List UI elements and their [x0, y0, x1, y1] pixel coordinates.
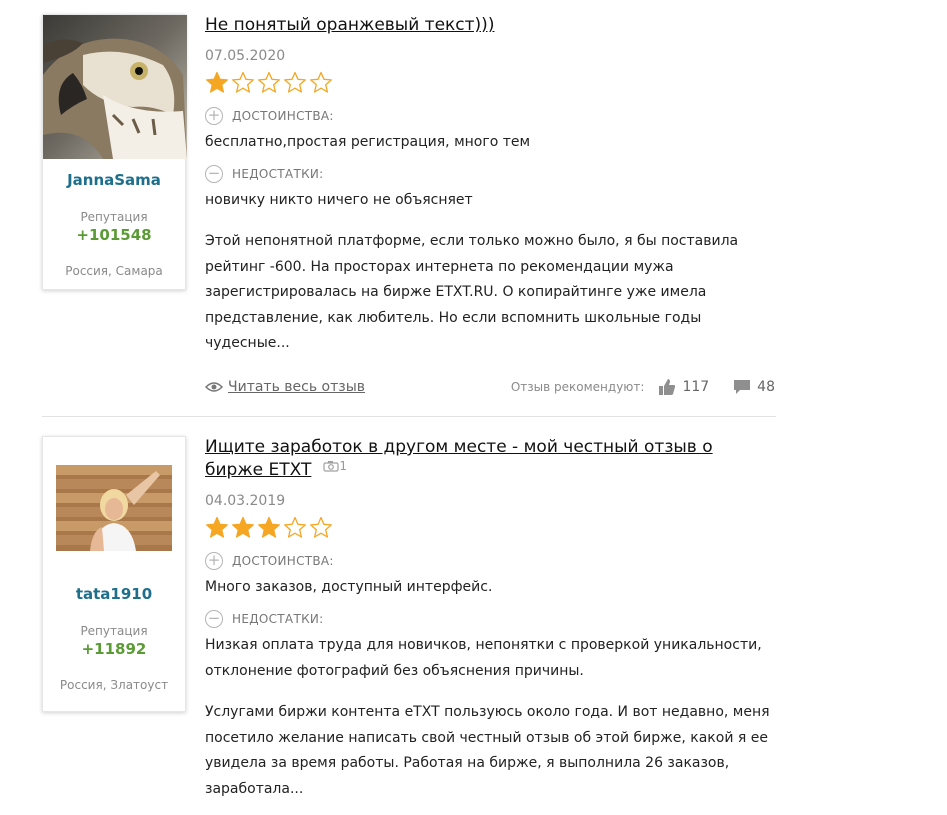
review-body: Услугами биржи контента eTXT пользуюсь о…	[205, 704, 770, 797]
pros-text: бесплатно,простая регистрация, много тем	[205, 134, 531, 150]
comment-icon	[734, 380, 751, 394]
author-location: Россия, Самара	[65, 264, 163, 278]
rating-stars	[205, 71, 775, 97]
star-empty-icon	[310, 516, 332, 538]
recommend-label: Отзыв рекомендуют:	[510, 380, 645, 394]
hawk-avatar-image	[43, 15, 187, 159]
avatar[interactable]	[56, 465, 172, 551]
pros-label: ДОСТОИНСТВА:	[232, 554, 334, 568]
avatar[interactable]	[43, 15, 187, 159]
eye-icon	[205, 382, 223, 392]
star-filled-icon	[206, 71, 228, 93]
review-body: Этой непонятной платформе, если только м…	[205, 233, 739, 351]
review-content: Не понятый оранжевый текст))) 07.05.2020…	[205, 14, 775, 357]
rating-stars	[205, 516, 775, 542]
author-name[interactable]: tata1910	[43, 585, 185, 603]
comments-value: 48	[757, 379, 775, 395]
star-filled-icon	[232, 516, 254, 538]
reputation-label: Репутация	[80, 624, 148, 638]
likes-value: 117	[682, 379, 710, 395]
plus-circle-icon: +	[205, 107, 223, 125]
pros-label: ДОСТОИНСТВА:	[232, 109, 334, 123]
star-filled-icon	[258, 516, 280, 538]
minus-circle-icon: −	[205, 165, 223, 183]
star-empty-icon	[284, 516, 306, 538]
review-card: tata1910 Репутация +11892 Россия, Златоу…	[0, 416, 947, 815]
cons-text: новичку никто ничего не объясняет	[205, 192, 473, 208]
read-full-review-label: Читать весь отзыв	[228, 379, 366, 395]
camera-icon	[323, 461, 339, 472]
minus-circle-icon: −	[205, 610, 223, 628]
pros-text: Много заказов, доступный интерфейс.	[205, 579, 493, 595]
author-name[interactable]: JannaSama	[43, 171, 185, 189]
star-empty-icon	[232, 71, 254, 93]
photo-count-value: 1	[339, 459, 347, 473]
cons-header: − НЕДОСТАТКИ:	[205, 165, 775, 183]
review-card: JannaSama Репутация +101548 Россия, Сама…	[0, 0, 947, 416]
star-empty-icon	[284, 71, 306, 93]
author-card: tata1910 Репутация +11892 Россия, Златоу…	[42, 436, 186, 712]
star-empty-icon	[310, 71, 332, 93]
review-content: Ищите заработок в другом месте - мой чес…	[205, 436, 775, 802]
pros-header: + ДОСТОИНСТВА:	[205, 107, 775, 125]
reputation-value: +11892	[81, 640, 147, 658]
comments-count[interactable]: 48	[733, 379, 775, 395]
author-location: Россия, Златоуст	[59, 678, 169, 692]
review-date: 07.05.2020	[205, 48, 286, 64]
photo-count[interactable]: 1	[323, 459, 347, 473]
author-card: JannaSama Репутация +101548 Россия, Сама…	[42, 14, 187, 290]
cons-text: Низкая оплата труда для новичков, непоня…	[205, 637, 762, 679]
review-title[interactable]: Ищите заработок в другом месте - мой чес…	[205, 437, 713, 480]
read-full-review-link[interactable]: Читать весь отзыв	[205, 379, 365, 395]
cons-header: − НЕДОСТАТКИ:	[205, 610, 775, 628]
cons-label: НЕДОСТАТКИ:	[232, 612, 324, 626]
star-empty-icon	[258, 71, 280, 93]
reputation-label: Репутация	[80, 210, 148, 224]
pros-header: + ДОСТОИНСТВА:	[205, 552, 775, 570]
review-title[interactable]: Не понятый оранжевый текст)))	[205, 15, 494, 35]
likes-count[interactable]: 117	[658, 378, 709, 396]
review-date: 04.03.2019	[205, 493, 286, 509]
reputation-value: +101548	[76, 226, 152, 244]
review-footer: Читать весь отзыв Отзыв рекомендуют: 117…	[205, 374, 775, 400]
plus-circle-icon: +	[205, 552, 223, 570]
woman-avatar-image	[56, 465, 172, 551]
cons-label: НЕДОСТАТКИ:	[232, 167, 324, 181]
thumbs-up-icon	[659, 379, 676, 395]
star-filled-icon	[206, 516, 228, 538]
